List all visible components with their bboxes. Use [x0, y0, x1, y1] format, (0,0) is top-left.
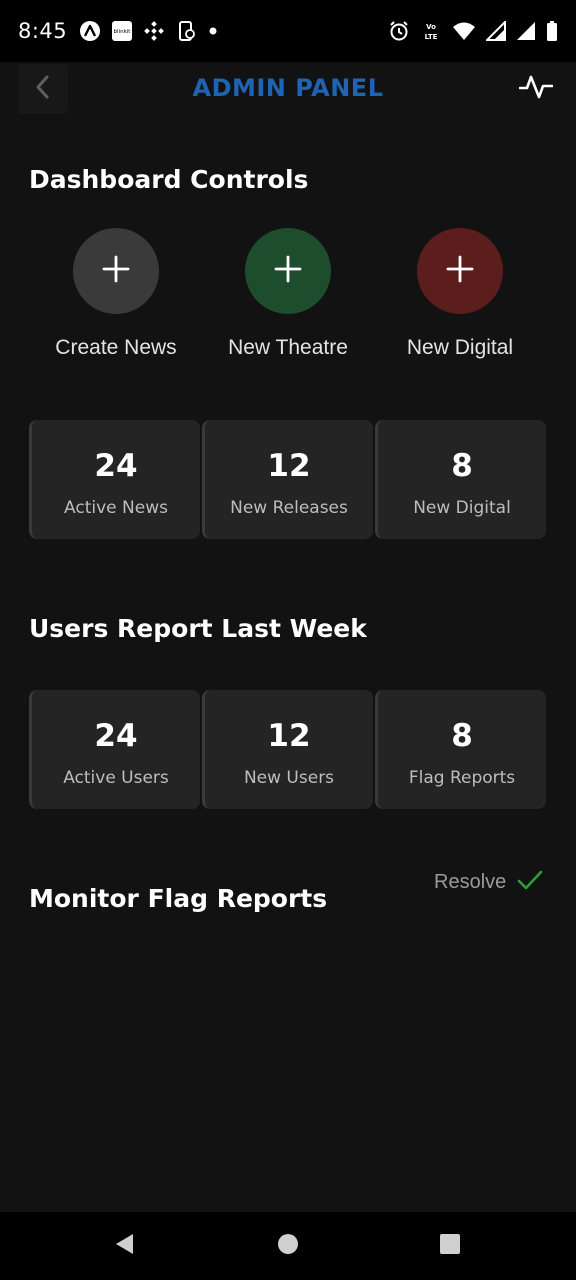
chevron-left-icon	[33, 74, 53, 104]
new-theatre-label: New Theatre	[228, 336, 348, 359]
stat-value: 8	[451, 448, 473, 484]
nav-back-button[interactable]	[112, 1234, 136, 1258]
new-digital-button[interactable]: New Digital	[374, 228, 546, 360]
recents-square-icon	[439, 1233, 461, 1259]
stat-card-flag-reports[interactable]: 8 Flag Reports	[375, 690, 546, 809]
stat-card-new-users[interactable]: 12 New Users	[202, 690, 373, 809]
resolve-button[interactable]: Resolve	[434, 868, 544, 896]
binance-icon	[143, 20, 165, 42]
app-header: ADMIN PANEL	[0, 62, 576, 114]
dot-icon	[207, 25, 219, 37]
stat-value: 24	[94, 718, 138, 754]
users-report-title: Users Report Last Week	[29, 614, 367, 643]
create-news-button[interactable]: Create News	[30, 228, 202, 360]
dashboard-actions: Create News New Theatre New Digital	[30, 228, 546, 368]
signal-icon	[486, 21, 506, 41]
stat-label: New Users	[243, 768, 335, 788]
stat-card-new-digital[interactable]: 8 New Digital	[375, 420, 546, 539]
stat-card-new-releases[interactable]: 12 New Releases	[202, 420, 373, 539]
check-icon	[516, 868, 544, 896]
status-left-icons: blinkit	[79, 20, 219, 42]
battery-icon	[546, 20, 558, 42]
stat-card-active-news[interactable]: 24 Active News	[29, 420, 200, 539]
status-time: 8:45	[18, 19, 68, 43]
create-news-circle[interactable]	[73, 228, 159, 314]
back-triangle-icon	[113, 1232, 135, 1260]
stat-label: New Digital	[413, 498, 511, 518]
wifi-icon	[452, 20, 476, 42]
activity-button[interactable]	[516, 68, 556, 108]
status-bar: 8:45 blinkit Vo LTE	[0, 0, 576, 62]
dashboard-stats: 24 Active News 12 New Releases 8 New Dig…	[29, 420, 547, 539]
svg-text:Vo: Vo	[426, 23, 436, 31]
stat-label: Active Users	[63, 768, 169, 788]
stat-value: 8	[451, 718, 473, 754]
nav-home-button[interactable]	[276, 1234, 300, 1258]
alarm-icon	[388, 20, 410, 42]
phone-sync-icon	[175, 20, 197, 42]
create-news-label: Create News	[55, 336, 177, 359]
new-theatre-button[interactable]: New Theatre	[202, 228, 374, 360]
home-circle-icon	[277, 1233, 299, 1259]
resolve-label: Resolve	[434, 870, 507, 893]
stat-value: 24	[94, 448, 138, 484]
pulse-icon	[518, 71, 554, 105]
dashboard-controls-title: Dashboard Controls	[29, 165, 309, 194]
page-title: ADMIN PANEL	[192, 74, 384, 102]
new-digital-label: New Digital	[406, 336, 514, 359]
stat-value: 12	[267, 718, 311, 754]
svg-text:LTE: LTE	[425, 33, 438, 41]
volte-icon: Vo LTE	[420, 20, 442, 42]
status-right-icons: Vo LTE	[388, 20, 558, 42]
plus-icon	[273, 254, 303, 288]
back-button[interactable]	[18, 64, 68, 114]
users-stats: 24 Active Users 12 New Users 8 Flag Repo…	[29, 690, 547, 809]
stat-label: Active News	[64, 498, 168, 518]
system-nav-bar	[0, 1212, 576, 1280]
stat-card-active-users[interactable]: 24 Active Users	[29, 690, 200, 809]
nav-recents-button[interactable]	[438, 1234, 462, 1258]
screen: 8:45 blinkit Vo LTE ADMIN PANEL Dashboar…	[0, 0, 576, 1280]
stat-value: 12	[267, 448, 311, 484]
blinkit-icon-text: blinkit	[114, 29, 132, 35]
stat-label: Flag Reports	[408, 768, 516, 788]
plus-icon	[101, 254, 131, 288]
plus-icon	[445, 254, 475, 288]
new-theatre-circle[interactable]	[245, 228, 331, 314]
stat-label: New Releases	[230, 498, 348, 518]
signal-icon	[516, 21, 536, 41]
blinkit-icon: blinkit	[111, 20, 133, 42]
a-logo-icon	[79, 20, 101, 42]
new-digital-circle[interactable]	[417, 228, 503, 314]
flag-reports-title: Monitor Flag Reports	[29, 884, 328, 913]
